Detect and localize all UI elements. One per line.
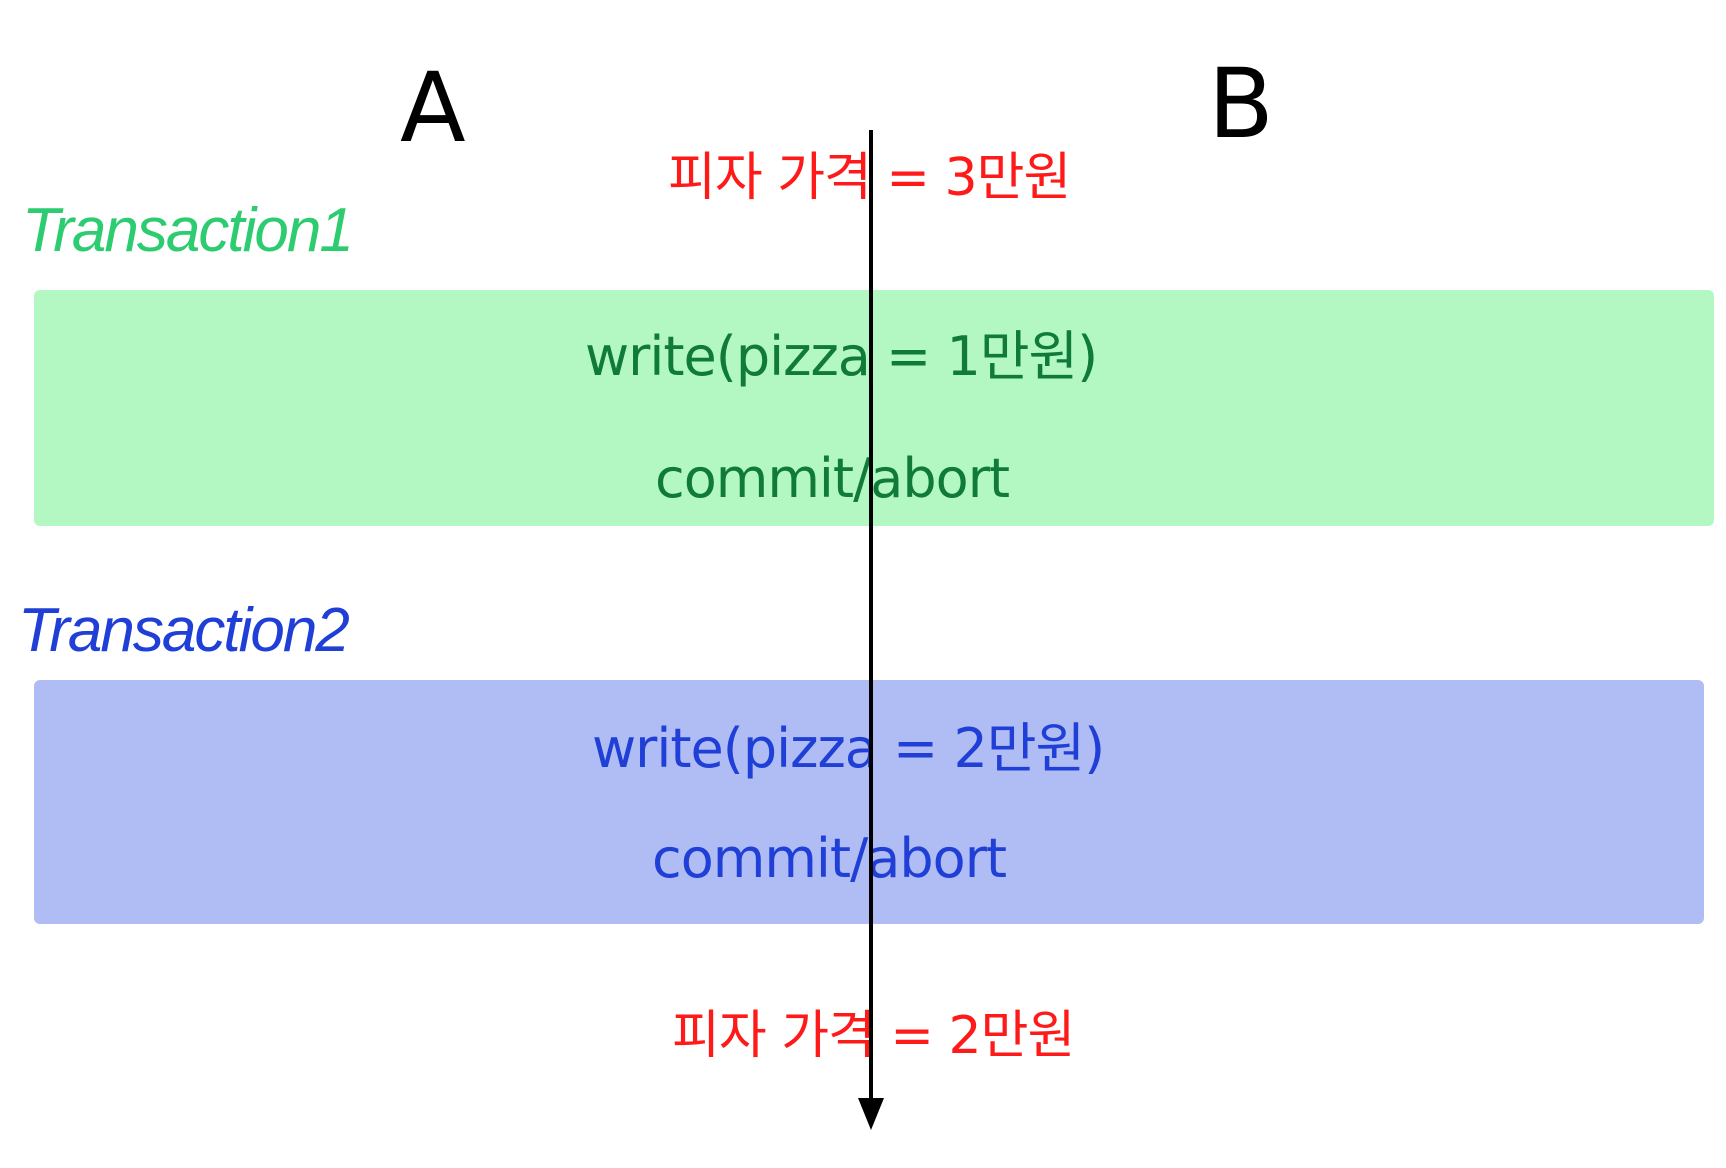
- price-after: 피자 가격 = 2만원: [672, 1006, 1075, 1066]
- price-before: 피자 가격 = 3만원: [668, 148, 1071, 208]
- timeline-arrowhead-icon: [858, 1098, 884, 1130]
- column-b-label: B: [1208, 48, 1274, 160]
- transaction2-title: Transaction2: [18, 596, 350, 665]
- transaction2-commit-abort: commit/abort: [652, 827, 1007, 890]
- column-a-label: A: [400, 52, 466, 164]
- transaction1-commit-abort: commit/abort: [655, 447, 1010, 510]
- transaction1-title: Transaction1: [22, 196, 354, 265]
- transaction1-write: write(pizza = 1만원): [585, 325, 1098, 388]
- transaction2-write: write(pizza = 2만원): [592, 717, 1105, 780]
